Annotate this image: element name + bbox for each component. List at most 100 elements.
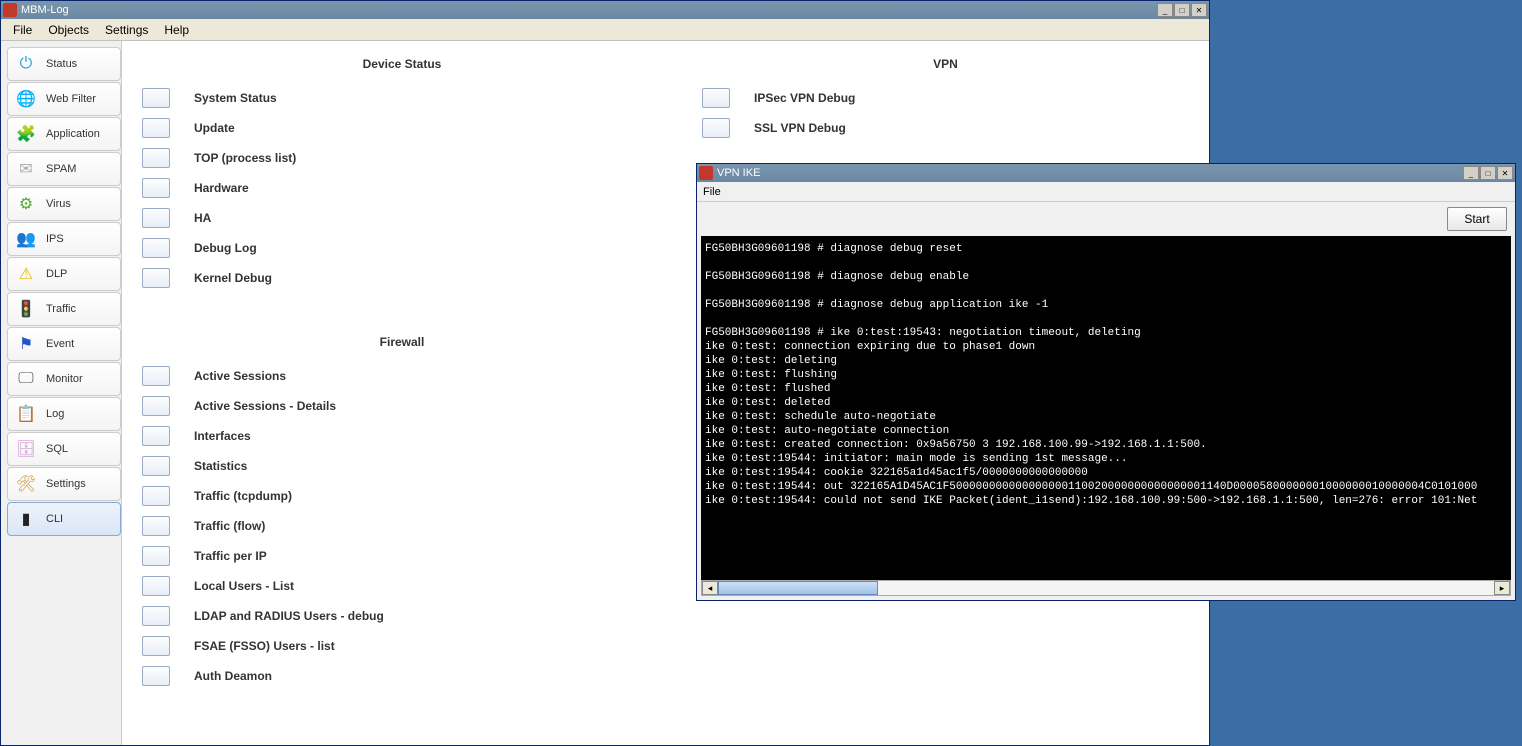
launch-button[interactable] <box>142 238 170 258</box>
launch-button[interactable] <box>142 546 170 566</box>
launch-button[interactable] <box>142 148 170 168</box>
sidebar-item-label: Event <box>46 338 74 350</box>
traffic-icon: 🚦 <box>14 297 38 321</box>
menu-file[interactable]: File <box>5 21 40 39</box>
log-icon: 📋 <box>14 402 38 426</box>
list-item: Interfaces <box>142 421 662 451</box>
item-label: Traffic (flow) <box>194 519 265 533</box>
scroll-left-arrow[interactable]: ◂ <box>702 581 718 595</box>
item-label: FSAE (FSSO) Users - list <box>194 639 335 653</box>
list-item: IPSec VPN Debug <box>702 83 1189 113</box>
launch-button[interactable] <box>142 666 170 686</box>
launch-button[interactable] <box>702 118 730 138</box>
sidebar-item-settings[interactable]: 🛠Settings <box>7 467 121 501</box>
item-label: Kernel Debug <box>194 271 272 285</box>
launch-button[interactable] <box>142 178 170 198</box>
launch-button[interactable] <box>142 208 170 228</box>
virus-icon: ⚙ <box>14 192 38 216</box>
launch-button[interactable] <box>142 456 170 476</box>
scroll-thumb[interactable] <box>718 581 878 595</box>
launch-button[interactable] <box>142 636 170 656</box>
sidebar-item-web-filter[interactable]: 🌐Web Filter <box>7 82 121 116</box>
list-item: HA <box>142 203 662 233</box>
scroll-right-arrow[interactable]: ▸ <box>1494 581 1510 595</box>
list-item: TOP (process list) <box>142 143 662 173</box>
list-item: Traffic per IP <box>142 541 662 571</box>
launch-button[interactable] <box>142 118 170 138</box>
spam-icon: ✉ <box>14 157 38 181</box>
sidebar-item-label: Log <box>46 408 64 420</box>
sidebar-item-label: SPAM <box>46 163 76 175</box>
sidebar-item-label: Monitor <box>46 373 83 385</box>
popup-maximize-button[interactable]: □ <box>1480 166 1496 180</box>
section-vpn: IPSec VPN DebugSSL VPN Debug <box>702 83 1189 143</box>
sidebar-item-label: Virus <box>46 198 71 210</box>
sidebar-item-status[interactable]: ⏻ Status <box>7 47 121 81</box>
menu-objects[interactable]: Objects <box>40 21 97 39</box>
item-label: Debug Log <box>194 241 257 255</box>
launch-button[interactable] <box>142 606 170 626</box>
section-firewall-header: Firewall <box>142 329 662 361</box>
list-item: System Status <box>142 83 662 113</box>
launch-button[interactable] <box>142 576 170 596</box>
sidebar-item-spam[interactable]: ✉ SPAM <box>7 152 121 186</box>
launch-button[interactable] <box>142 366 170 386</box>
status-icon: ⏻ <box>14 52 38 76</box>
item-label: Traffic (tcpdump) <box>194 489 292 503</box>
popup-toolbar: Start <box>697 202 1515 236</box>
list-item: Kernel Debug <box>142 263 662 293</box>
launch-button[interactable] <box>142 516 170 536</box>
launch-button[interactable] <box>142 486 170 506</box>
sidebar-item-virus[interactable]: ⚙ Virus <box>7 187 121 221</box>
item-label: LDAP and RADIUS Users - debug <box>194 609 384 623</box>
item-label: Auth Deamon <box>194 669 272 683</box>
popup-app-icon <box>699 166 713 180</box>
main-titlebar: MBM-Log _ □ ✕ <box>1 1 1209 19</box>
launch-button[interactable] <box>142 88 170 108</box>
application-icon: 🧩 <box>14 122 38 146</box>
close-button[interactable]: ✕ <box>1191 3 1207 17</box>
sidebar-item-application[interactable]: 🧩Application <box>7 117 121 151</box>
sidebar-item-event[interactable]: ⚑Event <box>7 327 121 361</box>
list-item: SSL VPN Debug <box>702 113 1189 143</box>
main-title: MBM-Log <box>21 4 69 16</box>
start-button[interactable]: Start <box>1447 207 1507 231</box>
scroll-track[interactable] <box>718 581 1494 595</box>
launch-button[interactable] <box>142 396 170 416</box>
sidebar-item-sql[interactable]: 🗄SQL <box>7 432 121 466</box>
vpn-ike-window: VPN IKE _ □ ✕ File Start FG50BH3G0960119… <box>696 163 1516 601</box>
section-firewall: Active Sessions Active Sessions - Details… <box>142 361 662 691</box>
item-label: Active Sessions - Details <box>194 399 336 413</box>
cli-icon: ▮ <box>14 507 38 531</box>
minimize-button[interactable]: _ <box>1157 3 1173 17</box>
sidebar-item-log[interactable]: 📋 Log <box>7 397 121 431</box>
sidebar-item-dlp[interactable]: ⚠DLP <box>7 257 121 291</box>
list-item: Update <box>142 113 662 143</box>
item-label: Active Sessions <box>194 369 286 383</box>
sidebar-item-label: Traffic <box>46 303 76 315</box>
popup-close-button[interactable]: ✕ <box>1497 166 1513 180</box>
horizontal-scrollbar[interactable]: ◂ ▸ <box>701 580 1511 596</box>
list-item: Statistics <box>142 451 662 481</box>
list-item: Active Sessions - Details <box>142 391 662 421</box>
popup-menu-file[interactable]: File <box>703 186 721 198</box>
menu-settings[interactable]: Settings <box>97 21 156 39</box>
item-label: Local Users - List <box>194 579 294 593</box>
maximize-button[interactable]: □ <box>1174 3 1190 17</box>
sidebar-item-label: CLI <box>46 513 63 525</box>
item-label: Statistics <box>194 459 247 473</box>
sidebar-item-monitor[interactable]: 🖵Monitor <box>7 362 121 396</box>
popup-minimize-button[interactable]: _ <box>1463 166 1479 180</box>
launch-button[interactable] <box>142 268 170 288</box>
menu-help[interactable]: Help <box>156 21 197 39</box>
sidebar-item-label: Status <box>46 58 77 70</box>
sidebar-item-traffic[interactable]: 🚦 Traffic <box>7 292 121 326</box>
main-menubar: File Objects Settings Help <box>1 19 1209 41</box>
sidebar-item-ips[interactable]: 👥IPS <box>7 222 121 256</box>
launch-button[interactable] <box>702 88 730 108</box>
launch-button[interactable] <box>142 426 170 446</box>
sidebar: ⏻ Status 🌐Web Filter🧩Application ✉ SPAM ⚙ Viru… <box>1 41 121 745</box>
sidebar-item-cli[interactable]: ▮ CLI <box>7 502 121 536</box>
item-label: Interfaces <box>194 429 251 443</box>
sidebar-item-label: Web Filter <box>46 93 96 105</box>
